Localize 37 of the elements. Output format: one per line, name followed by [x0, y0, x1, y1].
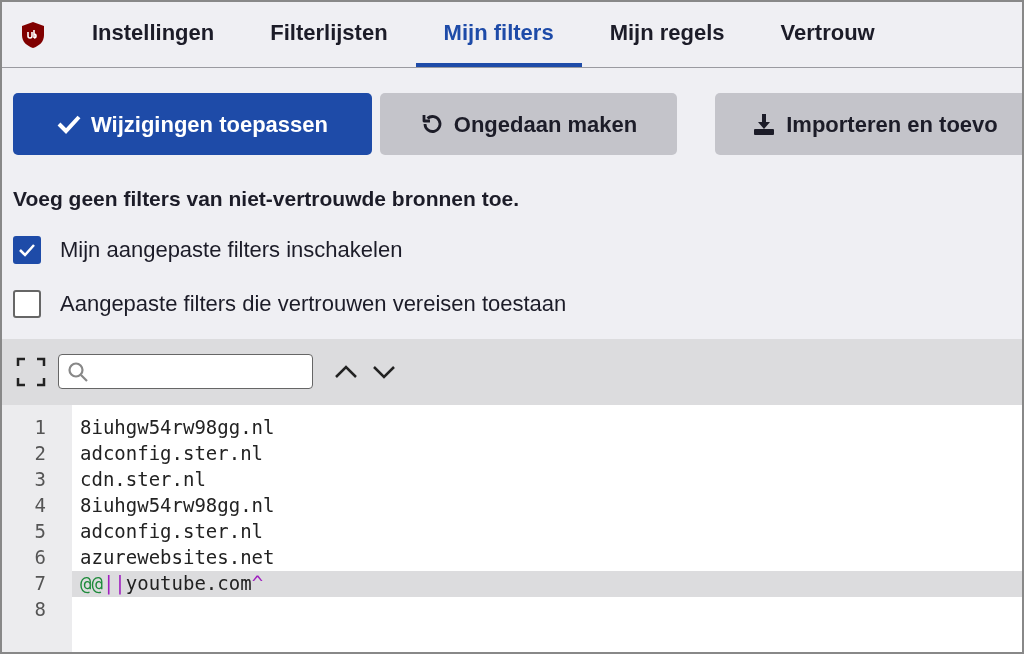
search-icon	[67, 360, 89, 383]
warning-text: Voeg geen filters van niet-vertrouwde bronnen toe.	[12, 186, 521, 212]
shield-logo-icon	[21, 20, 45, 49]
import-button[interactable]: Importeren en toevo	[715, 93, 1022, 155]
tab[interactable]: Instellingen	[64, 2, 243, 67]
code-line: 8iuhgw54rw98gg.nl	[80, 415, 275, 441]
code-line: adconfig.ster.nl	[80, 519, 264, 545]
line-number: 7	[34, 571, 46, 597]
option-label: Aangepaste filters die vertrouwen vereisen toestaan	[60, 290, 567, 318]
fullscreen-icon[interactable]	[16, 356, 46, 387]
line-number: 3	[34, 467, 46, 493]
line-number: 2	[34, 441, 46, 467]
code-line: adconfig.ster.nl	[80, 441, 264, 467]
line-number: 1	[34, 415, 46, 441]
line-number: 8	[34, 597, 46, 623]
code-line: cdn.ster.nl	[80, 467, 206, 493]
code-line: 8iuhgw54rw98gg.nl	[80, 493, 275, 519]
tab[interactable]: Mijn filters	[415, 2, 582, 67]
checkbox[interactable]	[13, 289, 41, 318]
chevron-up-icon[interactable]	[333, 363, 359, 380]
chevron-down-icon[interactable]	[371, 363, 397, 380]
checkmark-icon	[18, 242, 36, 257]
line-number: 6	[34, 545, 46, 571]
download-icon	[752, 112, 777, 136]
code-line: azurewebsites.net	[80, 545, 275, 571]
line-number: 4	[34, 493, 46, 519]
tab[interactable]: Filterlijsten	[242, 2, 416, 67]
undo-button[interactable]: Ongedaan maken	[380, 93, 677, 155]
code-line: @@||youtube.com^	[80, 571, 264, 597]
tab[interactable]: Vertrouw	[752, 2, 903, 67]
checkmark-icon	[57, 114, 81, 134]
option-label: Mijn aangepaste filters inschakelen	[60, 236, 403, 264]
line-number: 5	[34, 519, 46, 545]
checkbox[interactable]	[13, 235, 41, 264]
tab[interactable]: Mijn regels	[581, 2, 753, 67]
apply-button[interactable]: Wijzigingen toepassen	[13, 93, 372, 155]
search-field[interactable]	[58, 354, 313, 389]
